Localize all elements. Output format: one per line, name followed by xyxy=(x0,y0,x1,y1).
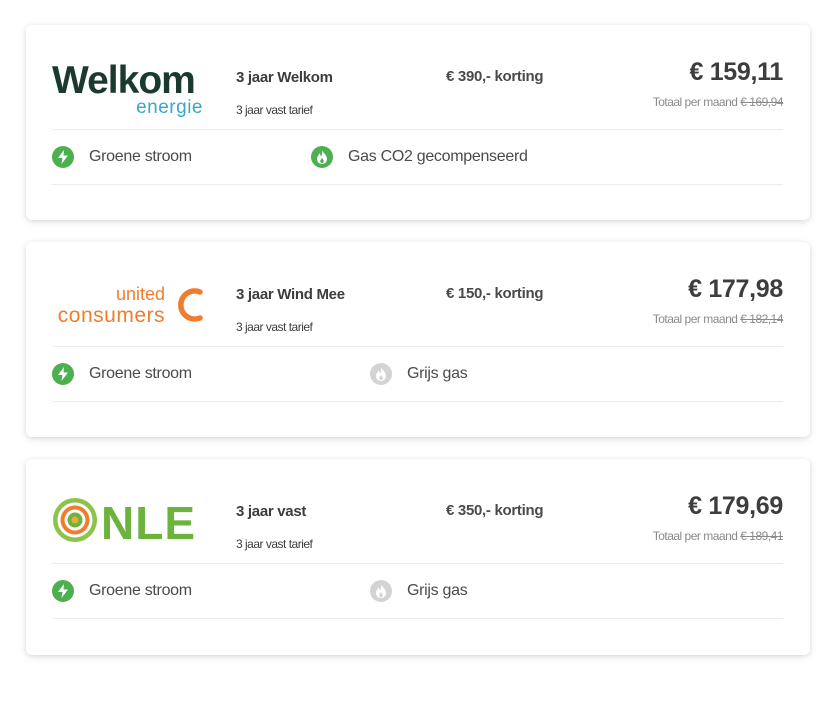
discount-label: € 390,- korting xyxy=(446,68,544,85)
offer-card[interactable]: united consumers 3 jaar Wind Mee 3 jaar … xyxy=(26,242,810,437)
feature-electricity: Groene stroom xyxy=(52,146,192,168)
plan-subtitle: 3 jaar vast tarief xyxy=(236,320,313,334)
monthly-old-price: € 169,94 xyxy=(740,95,783,109)
logo-line1: NLE xyxy=(101,497,196,549)
plan-name: 3 jaar Wind Mee xyxy=(236,286,345,303)
plan-subtitle: 3 jaar vast tarief xyxy=(236,537,313,551)
monthly-label: Totaal per maand xyxy=(652,95,738,109)
monthly-total: Totaal per maand € 169,94 xyxy=(652,95,784,109)
offer-card[interactable]: Welkom energie 3 jaar Welkom 3 jaar vast… xyxy=(26,25,810,220)
lightning-icon xyxy=(52,146,74,168)
plan-subtitle: 3 jaar vast tarief xyxy=(236,103,313,117)
offer-card[interactable]: NLE 3 jaar vast 3 jaar vast tarief € 350… xyxy=(26,459,810,655)
feature-electricity: Groene stroom xyxy=(52,363,192,385)
feature-label: Gas CO2 gecompenseerd xyxy=(348,148,528,165)
monthly-label: Totaal per maand xyxy=(652,312,738,326)
divider xyxy=(52,129,783,130)
feature-label: Grijs gas xyxy=(407,365,468,382)
monthly-old-price: € 189,41 xyxy=(740,529,783,543)
monthly-label: Totaal per maand xyxy=(652,529,738,543)
feature-label: Groene stroom xyxy=(89,582,192,599)
logo-line2: energie xyxy=(136,97,203,118)
divider xyxy=(52,563,783,564)
discount-label: € 150,- korting xyxy=(446,285,544,302)
divider xyxy=(52,618,783,619)
plan-name: 3 jaar Welkom xyxy=(236,69,333,86)
feature-gas: Gas CO2 gecompenseerd xyxy=(311,146,528,168)
monthly-total: Totaal per maand € 189,41 xyxy=(652,529,784,543)
divider xyxy=(52,346,783,347)
divider xyxy=(52,401,783,402)
monthly-old-price: € 182,14 xyxy=(740,312,783,326)
lightning-icon xyxy=(52,580,74,602)
logo-line2: consumers xyxy=(58,304,165,327)
flame-icon xyxy=(311,146,333,168)
feature-gas: Grijs gas xyxy=(370,363,468,385)
discount-label: € 350,- korting xyxy=(446,502,544,519)
flame-icon xyxy=(370,363,392,385)
feature-label: Grijs gas xyxy=(407,582,468,599)
divider xyxy=(52,184,783,185)
feature-gas: Grijs gas xyxy=(370,580,468,602)
provider-logo: NLE xyxy=(52,487,207,553)
price-total: € 179,69 xyxy=(688,492,783,520)
logo-line1: united xyxy=(116,284,165,304)
feature-electricity: Groene stroom xyxy=(52,580,192,602)
provider-logo: united consumers xyxy=(52,270,207,336)
price-total: € 159,11 xyxy=(689,58,783,86)
feature-label: Groene stroom xyxy=(89,148,192,165)
monthly-total: Totaal per maand € 182,14 xyxy=(652,312,784,326)
price-total: € 177,98 xyxy=(688,275,783,303)
feature-label: Groene stroom xyxy=(89,365,192,382)
lightning-icon xyxy=(52,363,74,385)
flame-icon xyxy=(370,580,392,602)
provider-logo: Welkom energie xyxy=(52,53,207,119)
logo-line1: Welkom xyxy=(52,59,195,102)
plan-name: 3 jaar vast xyxy=(236,503,307,520)
offer-list: Welkom energie 3 jaar Welkom 3 jaar vast… xyxy=(26,25,810,677)
